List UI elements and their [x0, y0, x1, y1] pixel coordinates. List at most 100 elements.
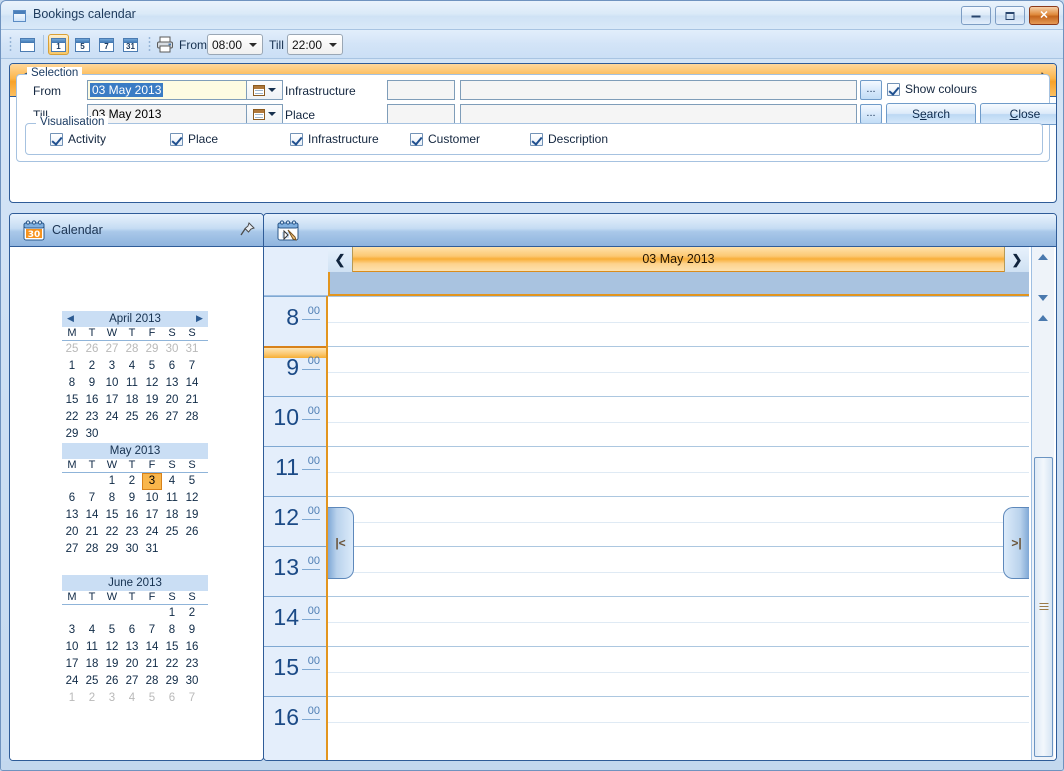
calendar-day[interactable]: 28 [82, 541, 102, 558]
place-browse-button[interactable]: ... [860, 104, 882, 124]
calendar-day[interactable]: 23 [82, 409, 102, 426]
chevron-left-icon[interactable]: ◀ [66, 314, 75, 324]
calendar-day[interactable]: 25 [162, 524, 182, 541]
calendar-day[interactable]: 15 [162, 639, 182, 656]
calendar-day[interactable]: 7 [82, 490, 102, 507]
calendar-day[interactable]: 2 [82, 358, 102, 375]
calendar-day[interactable]: 6 [62, 490, 82, 507]
calendar-day[interactable]: 25 [122, 409, 142, 426]
calendar-day[interactable]: 17 [62, 656, 82, 673]
calendar-day[interactable]: 10 [102, 375, 122, 392]
calendar-day[interactable]: 28 [142, 673, 162, 690]
from-time-select[interactable]: 08:00 [207, 34, 263, 55]
calendar-day[interactable]: 8 [162, 622, 182, 639]
vis-checkbox-infrastructure[interactable]: Infrastructure [290, 132, 379, 146]
calendar-day[interactable]: 31 [182, 341, 202, 358]
calendar-day[interactable]: 31 [142, 541, 162, 558]
time-slot-15[interactable] [328, 646, 1029, 696]
time-slot-14[interactable] [328, 596, 1029, 646]
calendar-day[interactable]: 4 [162, 473, 182, 490]
calendar-day[interactable]: 2 [182, 605, 202, 622]
calendar-day[interactable]: 30 [82, 426, 102, 443]
vis-checkbox-description[interactable]: Description [530, 132, 608, 146]
calendar-day[interactable]: 23 [122, 524, 142, 541]
vis-checkbox-place[interactable]: Place [170, 132, 218, 146]
calendar-day[interactable]: 26 [82, 341, 102, 358]
calendar-day[interactable]: 29 [102, 541, 122, 558]
scroll-down-icon[interactable] [1033, 289, 1053, 306]
calendar-day[interactable]: 20 [122, 656, 142, 673]
calendar-day[interactable]: 8 [102, 490, 122, 507]
view-button-31[interactable]: 31 [120, 34, 141, 55]
place-code-input[interactable] [387, 104, 455, 124]
calendar-day[interactable]: 12 [142, 375, 162, 392]
toolbar-grip-2[interactable] [148, 36, 151, 53]
calendar-day[interactable]: 16 [122, 507, 142, 524]
calendar-day[interactable]: 17 [102, 392, 122, 409]
calendar-day[interactable]: 18 [122, 392, 142, 409]
calendar-day[interactable]: 2 [122, 473, 142, 490]
toolbar-grip[interactable] [9, 36, 12, 53]
calendar-day[interactable]: 16 [82, 392, 102, 409]
calendar-day[interactable]: 29 [62, 426, 82, 443]
infrastructure-code-input[interactable] [387, 80, 455, 100]
calendar-day[interactable]: 1 [62, 690, 82, 707]
infrastructure-browse-button[interactable]: ... [860, 80, 882, 100]
calendar-day[interactable]: 5 [142, 690, 162, 707]
calendar-day[interactable]: 13 [162, 375, 182, 392]
calendar-day-selected[interactable]: 3 [142, 473, 162, 490]
time-slot-9[interactable] [328, 346, 1029, 396]
time-slot-12[interactable] [328, 496, 1029, 546]
till-time-select[interactable]: 22:00 [287, 34, 343, 55]
month-days-0[interactable]: 25 26 27 28 29 30 31 1 2 3 4 5 6 7 8 9 10 11 12 13 14 15 16 17 1… [62, 341, 208, 443]
view-button-1[interactable]: 1 [48, 34, 69, 55]
calendar-day[interactable]: 10 [62, 639, 82, 656]
calendar-day[interactable]: 26 [142, 409, 162, 426]
search-button[interactable]: Search [886, 103, 976, 125]
time-slot-10[interactable] [328, 396, 1029, 446]
calendar-day[interactable]: 20 [162, 392, 182, 409]
chevron-right-icon[interactable]: ▶ [195, 314, 204, 324]
place-input[interactable] [460, 104, 857, 124]
calendar-day[interactable]: 9 [122, 490, 142, 507]
printer-icon[interactable] [156, 36, 174, 53]
calendar-day[interactable]: 10 [142, 490, 162, 507]
till-date-picker-button[interactable] [247, 104, 283, 124]
calendar-day[interactable]: 18 [162, 507, 182, 524]
calendar-day[interactable]: 5 [102, 622, 122, 639]
calendar-day[interactable]: 27 [62, 541, 82, 558]
vertical-scrollbar[interactable] [1031, 247, 1054, 760]
from-date-picker-button[interactable] [247, 80, 283, 100]
calendar-day[interactable]: 28 [182, 409, 202, 426]
calendar-day[interactable]: 9 [182, 622, 202, 639]
calendar-day[interactable]: 25 [82, 673, 102, 690]
calendar-day[interactable]: 17 [142, 507, 162, 524]
calendar-day[interactable]: 22 [62, 409, 82, 426]
calendar-day[interactable]: 22 [102, 524, 122, 541]
calendar-day[interactable]: 24 [142, 524, 162, 541]
calendar-day[interactable]: 9 [82, 375, 102, 392]
calendar-day[interactable]: 22 [162, 656, 182, 673]
view-button-7[interactable]: 7 [96, 34, 117, 55]
calendar-day[interactable]: 4 [122, 690, 142, 707]
calendar-day[interactable]: 15 [62, 392, 82, 409]
calendar-day[interactable]: 6 [162, 690, 182, 707]
calendar-day[interactable]: 7 [142, 622, 162, 639]
calendar-day[interactable]: 30 [182, 673, 202, 690]
calendar-day[interactable]: 4 [82, 622, 102, 639]
from-date-input[interactable]: 03 May 2013 [87, 80, 247, 100]
show-colours-checkbox[interactable]: Show colours [887, 82, 977, 96]
calendar-day[interactable]: 13 [62, 507, 82, 524]
month-days-2[interactable]: 1 2 3 4 5 6 7 8 9 10 11 12 13 14 15 16 17 18 19 20 21 22 23 24 2… [62, 605, 208, 707]
calendar-day[interactable]: 29 [142, 341, 162, 358]
calendar-day[interactable]: 6 [162, 358, 182, 375]
calendar-day[interactable]: 11 [82, 639, 102, 656]
time-slot-11[interactable] [328, 446, 1029, 496]
minimize-button[interactable] [961, 6, 991, 25]
calendar-day[interactable]: 1 [62, 358, 82, 375]
schedule-slot-column[interactable] [328, 296, 1029, 760]
infrastructure-input[interactable] [460, 80, 857, 100]
close-dialog-button[interactable]: Close [980, 103, 1056, 125]
calendar-day[interactable]: 30 [162, 341, 182, 358]
calendar-day[interactable]: 30 [122, 541, 142, 558]
